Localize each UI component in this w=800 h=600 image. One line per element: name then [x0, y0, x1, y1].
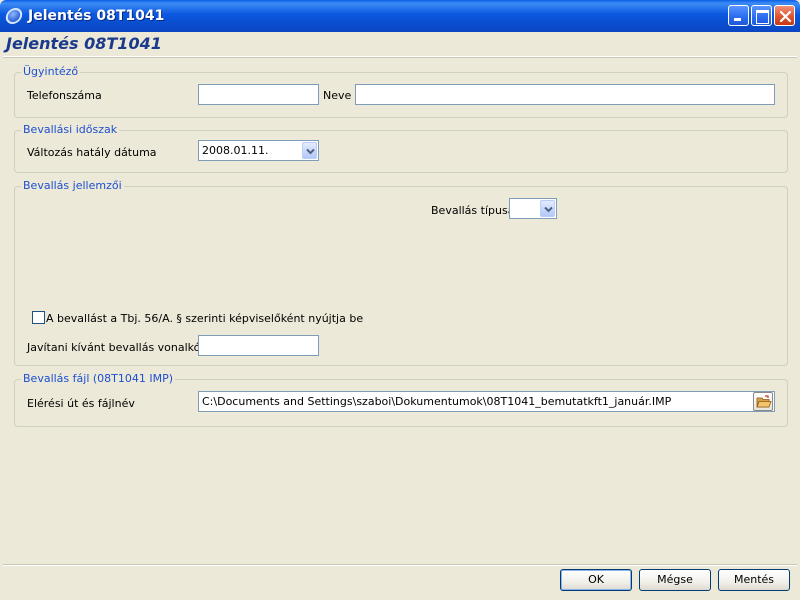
group-idoszak: Bevallási időszak Változás hatály dátuma… [14, 123, 788, 173]
footer-divider [3, 564, 797, 566]
dialog-body: Jelentés 08T1041 Ügyintéző Telefonszáma … [3, 32, 797, 597]
group-fajl: Bevallás fájl (08T1041 IMP) Elérési út é… [14, 372, 788, 427]
type-combo[interactable] [509, 198, 557, 219]
group-fajl-legend: Bevallás fájl (08T1041 IMP) [21, 372, 176, 385]
date-label: Változás hatály dátuma [27, 146, 157, 159]
close-button[interactable] [774, 5, 795, 26]
name-input[interactable] [355, 84, 775, 105]
type-label: Bevallás típusa [431, 204, 515, 217]
title-bar[interactable]: Jelentés 08T1041 [0, 0, 800, 32]
group-jellemzoi: Bevallás jellemzői Bevallás típusa A bev… [14, 179, 788, 366]
type-dropdown-button[interactable] [540, 200, 555, 217]
representative-checkbox[interactable] [32, 311, 45, 324]
group-ugyintezo-legend: Ügyintéző [21, 65, 81, 78]
window-title: Jelentés 08T1041 [28, 8, 165, 24]
chevron-down-icon [306, 148, 315, 155]
date-combo[interactable]: 2008.01.11. [198, 140, 319, 161]
close-icon [779, 10, 792, 23]
browse-button[interactable] [753, 392, 773, 411]
group-idoszak-legend: Bevallási időszak [21, 123, 120, 136]
phone-input[interactable] [198, 84, 319, 105]
name-label: Neve [323, 89, 352, 102]
open-folder-icon [756, 395, 772, 408]
path-input[interactable]: C:\Documents and Settings\szaboi\Dokumen… [198, 391, 775, 412]
barcode-label: Javítani kívánt bevallás vonalkódja [27, 341, 218, 354]
group-ugyintezo: Ügyintéző Telefonszáma Neve [14, 65, 788, 118]
chevron-down-icon [544, 206, 553, 213]
ok-button[interactable]: OK [560, 569, 632, 591]
group-jellemzoi-legend: Bevallás jellemzői [21, 179, 124, 192]
barcode-input[interactable] [198, 335, 319, 356]
date-value: 2008.01.11. [202, 144, 269, 157]
maximize-button[interactable] [751, 5, 772, 26]
minimize-button[interactable] [728, 5, 749, 26]
date-dropdown-button[interactable] [302, 142, 317, 159]
page-title: Jelentés 08T1041 [6, 34, 162, 53]
path-label: Elérési út és fájlnév [27, 397, 135, 410]
representative-checkbox-label[interactable]: A bevallást a Tbj. 56/A. § szerinti képv… [46, 312, 363, 325]
heading-divider [3, 56, 797, 58]
dialog-window: Jelentés 08T1041 Jelentés 08T1041 Ügyint… [0, 0, 800, 600]
phone-label: Telefonszáma [27, 89, 102, 102]
cancel-button[interactable]: Mégse [639, 569, 711, 591]
save-button[interactable]: Mentés [718, 569, 790, 591]
app-logo-icon[interactable] [4, 8, 24, 24]
